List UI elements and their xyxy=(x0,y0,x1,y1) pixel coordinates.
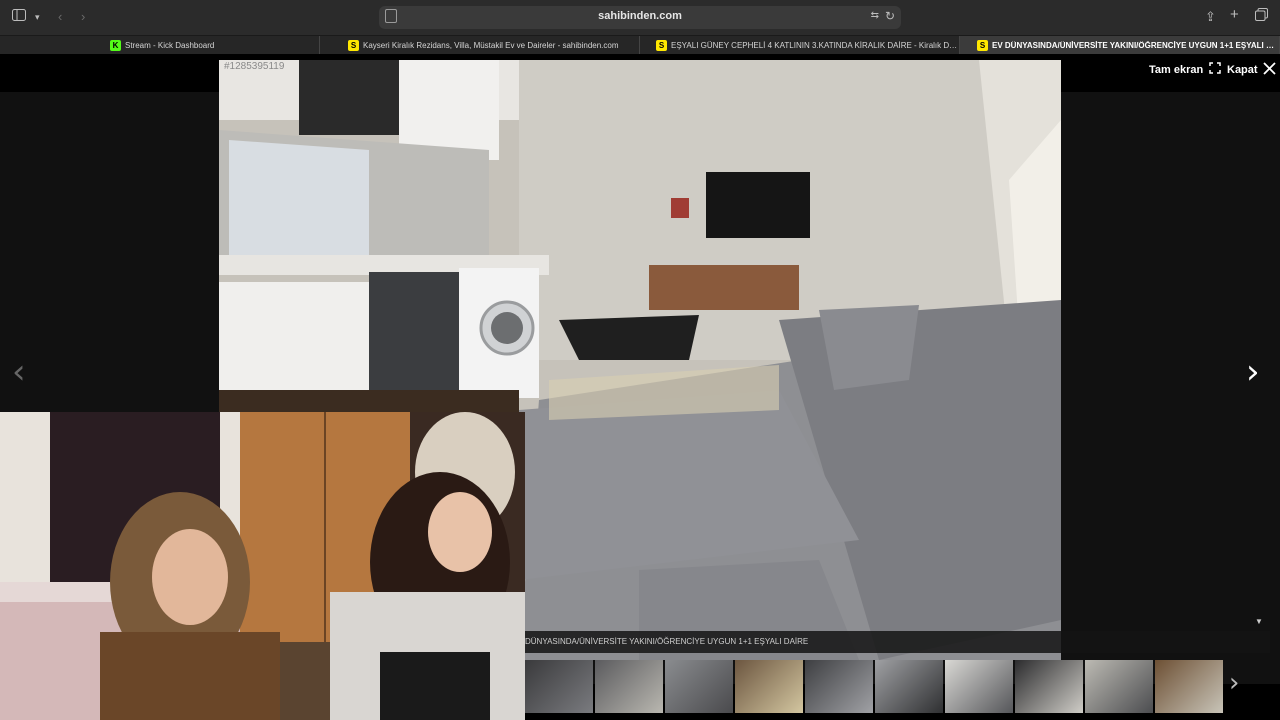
photo-id-label: #1285395119 xyxy=(224,61,285,72)
photo-caption: DÜNYASINDA/ÜNİVERSİTE YAKINI/ÖĞRENCİYE U… xyxy=(525,637,809,646)
sidebar-toggle-icon[interactable] xyxy=(12,8,26,26)
tab-title: Stream - Kick Dashboard xyxy=(125,41,215,50)
tab-ev-dunyasinda-listing[interactable]: S EV DÜNYASINDA/ÜNİVERSİTE YAKINI/ÖĞRENC… xyxy=(960,36,1280,55)
tab-bar: K Stream - Kick Dashboard S Kayseri Kira… xyxy=(0,35,1280,55)
thumbnail[interactable] xyxy=(595,660,663,713)
forward-icon[interactable]: › xyxy=(81,8,85,26)
tab-title: Kayseri Kiralık Rezidans, Villa, Müstaki… xyxy=(363,41,619,50)
webcam-overlay xyxy=(0,412,525,720)
caption-collapse-icon[interactable]: ▼ xyxy=(1255,617,1263,626)
url-text: sahibinden.com xyxy=(598,10,682,22)
new-tab-icon[interactable]: + xyxy=(1230,6,1239,24)
thumbnail[interactable] xyxy=(1015,660,1083,713)
tab-guney-cepheli-listing[interactable]: S EŞYALI GÜNEY CEPHELİ 4 KATLININ 3.KATI… xyxy=(640,36,960,55)
sahibinden-favicon-icon: S xyxy=(348,40,359,51)
thumbnail[interactable] xyxy=(805,660,873,713)
thumbnail-strip xyxy=(525,660,1270,713)
fullscreen-label: Tam ekran xyxy=(1149,63,1204,76)
thumbnail[interactable] xyxy=(525,660,593,713)
thumbnail[interactable] xyxy=(875,660,943,713)
fullscreen-icon xyxy=(1209,62,1221,77)
tab-kayseri-listings[interactable]: S Kayseri Kiralık Rezidans, Villa, Müsta… xyxy=(320,36,640,55)
thumbnail[interactable] xyxy=(1155,660,1223,713)
thumbnail[interactable] xyxy=(735,660,803,713)
close-label: Kapat xyxy=(1227,64,1258,76)
address-bar[interactable]: sahibinden.com ⇆ ↻ xyxy=(379,6,901,29)
translate-icon[interactable]: ⇆ xyxy=(871,10,879,21)
close-button[interactable]: Kapat xyxy=(1227,62,1276,78)
thumbnail-next-icon[interactable]: › xyxy=(1229,668,1239,698)
thumbnail[interactable] xyxy=(1085,660,1153,713)
fullscreen-button[interactable]: Tam ekran xyxy=(1149,62,1221,77)
share-icon[interactable]: ⇪ xyxy=(1205,8,1216,26)
chevron-down-icon[interactable]: ▾ xyxy=(35,8,40,26)
browser-toolbar: ▾ ‹ › sahibinden.com ⇆ ↻ ⇪ + xyxy=(0,0,1280,35)
tab-kick-dashboard[interactable]: K Stream - Kick Dashboard xyxy=(0,36,320,55)
thumbnail[interactable] xyxy=(665,660,733,713)
prev-photo-icon[interactable]: ‹ xyxy=(12,352,26,392)
tab-title: EŞYALI GÜNEY CEPHELİ 4 KATLININ 3.KATIND… xyxy=(671,41,959,50)
next-photo-icon[interactable]: › xyxy=(1246,352,1260,392)
kick-favicon-icon: K xyxy=(110,40,121,51)
tab-overview-icon[interactable] xyxy=(1255,8,1268,26)
thumbnail[interactable] xyxy=(945,660,1013,713)
close-icon xyxy=(1262,62,1276,78)
back-icon[interactable]: ‹ xyxy=(58,8,62,26)
sahibinden-favicon-icon: S xyxy=(656,40,667,51)
reload-icon[interactable]: ↻ xyxy=(885,9,895,23)
tab-title: EV DÜNYASINDA/ÜNİVERSİTE YAKINI/ÖĞRENCİY… xyxy=(992,41,1279,50)
webcam-feed-illustration xyxy=(0,412,525,720)
sahibinden-favicon-icon: S xyxy=(977,40,988,51)
